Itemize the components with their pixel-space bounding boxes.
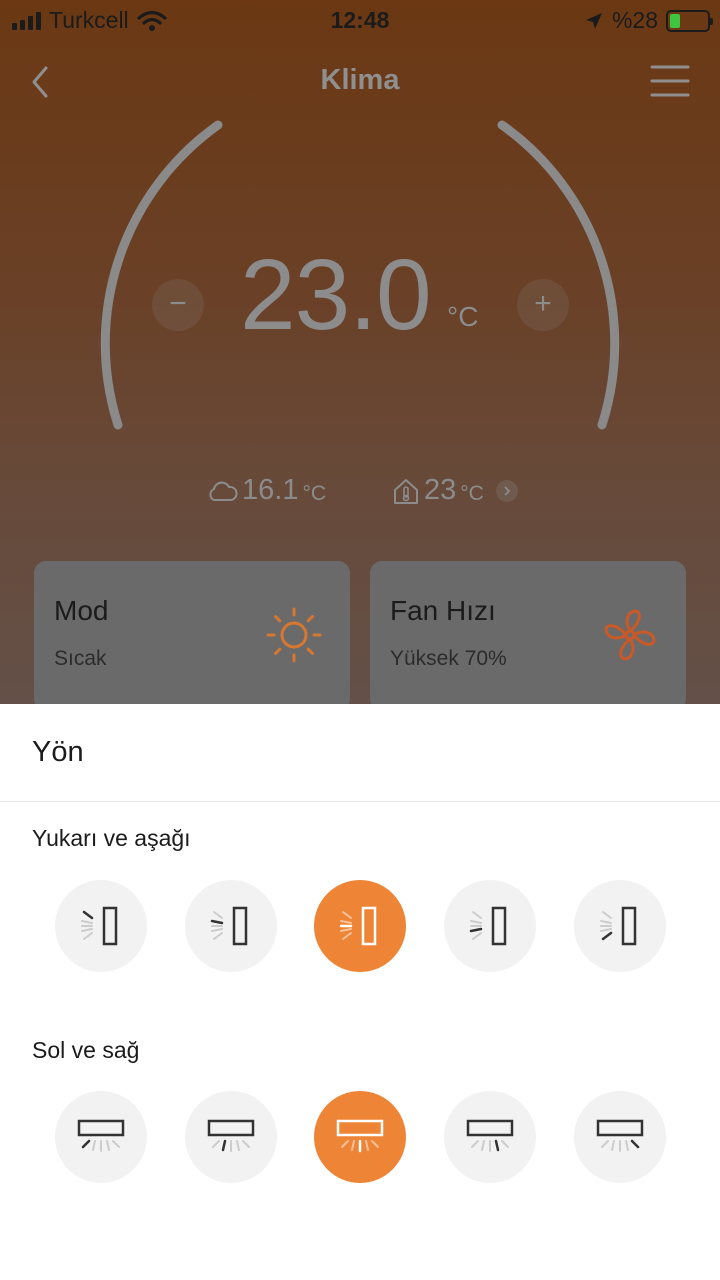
vertical-swing-option-5[interactable]	[574, 880, 666, 972]
vertical-swing-label: Yukarı ve aşağı	[32, 825, 191, 851]
battery-icon	[666, 9, 713, 32]
increase-temp-button[interactable]: +	[517, 279, 569, 331]
mode-card[interactable]: Mod Sıcak	[34, 561, 350, 704]
louver-right-icon	[596, 1119, 644, 1152]
indoor-temp-unit: °C	[460, 481, 484, 505]
horizontal-swing-option-4[interactable]	[444, 1091, 536, 1183]
vertical-swing-option-3[interactable]	[314, 880, 406, 972]
vane-middle-icon	[339, 906, 377, 946]
sheet-title: Yön	[32, 736, 84, 768]
vane-lower-middle-icon	[469, 906, 507, 946]
battery-percent: %28	[611, 7, 658, 33]
horizontal-swing-option-3[interactable]	[314, 1091, 406, 1183]
home-thermometer-icon	[394, 478, 418, 504]
vertical-swing-options	[0, 880, 720, 972]
fan-icon	[604, 609, 656, 661]
indoor-temp[interactable]: 23 °C	[392, 474, 518, 507]
fan-speed-title: Fan Hızı	[390, 595, 496, 626]
vane-upper-middle-icon	[210, 906, 248, 946]
status-bar: Turkcell 12:48 %28	[0, 0, 720, 40]
vertical-swing-option-4[interactable]	[444, 880, 536, 972]
battery-fill	[670, 13, 681, 28]
horizontal-swing-options	[0, 1091, 720, 1183]
vane-down-icon	[600, 906, 637, 946]
set-temperature: 23.0	[240, 239, 432, 351]
louver-center-icon	[336, 1119, 384, 1153]
page-title: Klima	[320, 64, 400, 96]
outdoor-temp-unit: °C	[302, 481, 327, 505]
environment-row: 16.1 °C 23 °C	[0, 474, 720, 514]
outdoor-temp: 16.1 °C	[206, 474, 326, 507]
vane-up-icon	[81, 906, 118, 946]
mode-value: Sıcak	[54, 647, 107, 670]
horizontal-swing-option-5[interactable]	[574, 1091, 666, 1183]
outdoor-temp-value: 16.1	[242, 474, 299, 506]
vertical-swing-option-2[interactable]	[185, 880, 277, 972]
horizontal-swing-option-2[interactable]	[185, 1091, 277, 1183]
chevron-right-icon[interactable]	[495, 479, 518, 502]
louver-left-icon	[77, 1119, 125, 1152]
fan-speed-value: Yüksek 70%	[390, 647, 507, 670]
cloud-icon	[209, 481, 238, 501]
direction-sheet: Yön Yukarı ve aşağı Sol ve sağ	[0, 704, 720, 1280]
status-right: %28	[584, 7, 713, 34]
mode-title: Mod	[54, 595, 109, 626]
app-background: Turkcell 12:48 %28 Klima − 23.0 °C + 16.…	[0, 0, 720, 704]
vertical-swing-option-1[interactable]	[55, 880, 147, 972]
location-arrow-icon	[585, 12, 602, 29]
decrease-temp-button[interactable]: −	[152, 279, 204, 331]
indoor-temp-value: 23	[424, 474, 457, 506]
horizontal-swing-label: Sol ve sağ	[32, 1037, 140, 1063]
louver-center-left-icon	[207, 1119, 255, 1152]
hamburger-menu-icon[interactable]	[650, 64, 690, 98]
sun-icon	[266, 607, 322, 663]
fan-speed-card[interactable]: Fan Hızı Yüksek 70%	[370, 561, 686, 704]
horizontal-swing-option-1[interactable]	[55, 1091, 147, 1183]
temperature-unit: °C	[447, 301, 479, 332]
louver-center-right-icon	[466, 1119, 514, 1152]
sheet-divider	[0, 801, 720, 802]
